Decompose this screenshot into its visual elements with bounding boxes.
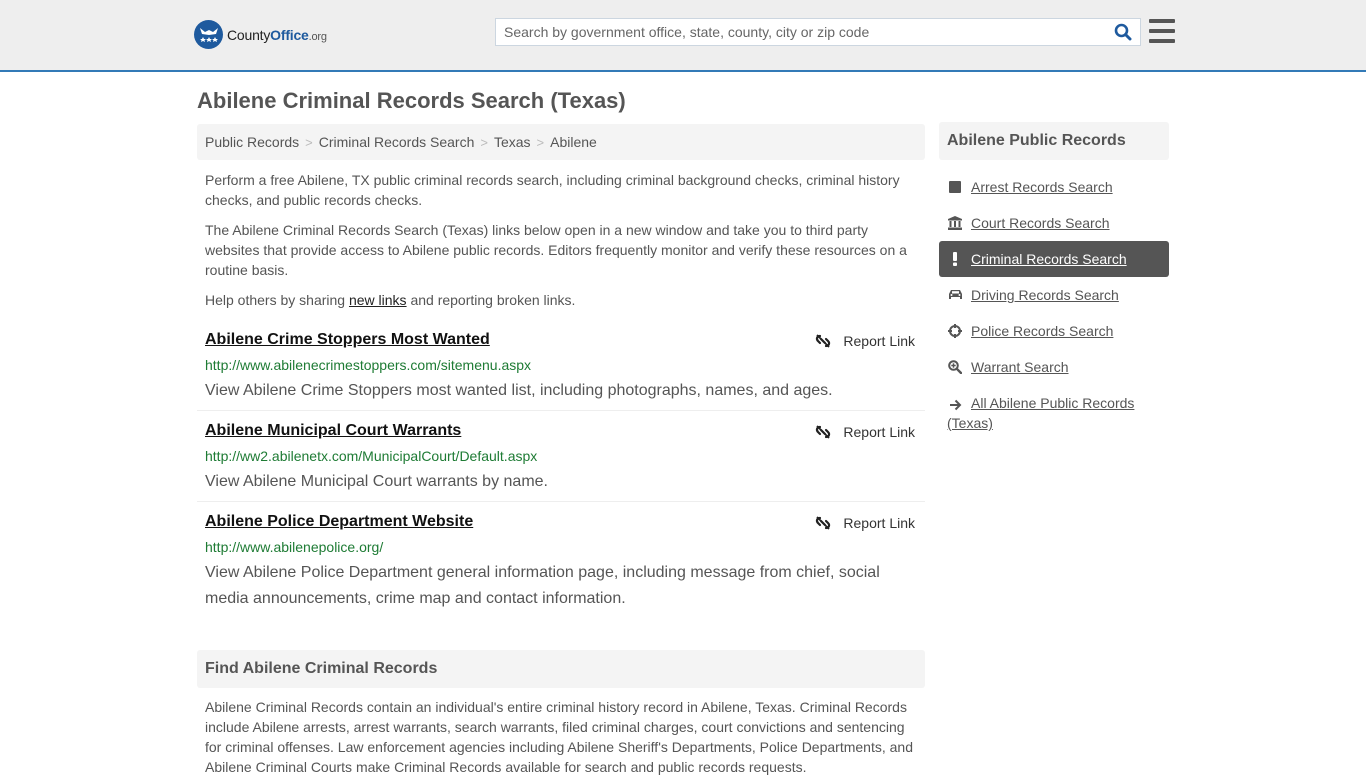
sidebar-item-police-records[interactable]: Police Records Search [939,313,1169,349]
sidebar-item-label: Police Records Search [971,323,1114,339]
courthouse-icon [947,215,963,231]
resource-url: http://ww2.abilenetx.com/MunicipalCourt/… [205,448,538,464]
intro-paragraph: Perform a free Abilene, TX public crimin… [205,172,900,208]
resource-description: View Abilene Crime Stoppers most wanted … [205,382,833,399]
sidebar-item-criminal-records[interactable]: Criminal Records Search [939,241,1169,277]
breadcrumb-separator: > [536,134,545,150]
resource-listing: Abilene Police Department Website Report… [197,513,925,613]
sidebar-item-label: Arrest Records Search [971,179,1113,195]
report-link-button[interactable]: Report Link [815,333,915,349]
disclaimer-paragraph: The Abilene Criminal Records Search (Tex… [205,222,907,278]
broken-link-icon [816,334,831,348]
resource-description: View Abilene Municipal Court warrants by… [205,473,548,490]
logo-county: County [227,26,271,43]
find-records-heading: Find Abilene Criminal Records [197,650,925,688]
breadcrumb-abilene[interactable]: Abilene [550,134,597,150]
report-link-button[interactable]: Report Link [815,424,915,440]
share-text-end: and reporting broken links. [406,292,576,308]
broken-link-icon [816,516,831,530]
sidebar-item-label: Driving Records Search [971,287,1119,303]
eagle-stars-icon [194,20,223,49]
search-bar [495,18,1141,46]
sidebar-item-label: Court Records Search [971,215,1110,231]
breadcrumb-separator: > [305,134,313,150]
report-link-button[interactable]: Report Link [815,515,915,531]
find-records-body: Abilene Criminal Records contain an indi… [205,699,913,775]
site-header: CountyOffice.org [0,0,1366,72]
report-link-label: Report Link [843,515,915,531]
square-icon [947,179,963,195]
sidebar-item-label: All Abilene Public Records (Texas) [947,395,1135,431]
sidebar-heading: Abilene Public Records [939,122,1169,160]
new-links-link[interactable]: new links [349,292,407,308]
logo-org: .org [308,30,327,43]
sidebar-item-driving-records[interactable]: Driving Records Search [939,277,1169,313]
logo-office: Office [270,26,309,43]
search-icon [1114,23,1132,41]
share-text: Help others by sharing [205,292,349,308]
sidebar-item-warrant-search[interactable]: Warrant Search [939,349,1169,385]
search-button[interactable] [1106,19,1140,45]
breadcrumb-criminal-records-search[interactable]: Criminal Records Search [319,134,475,150]
menu-bar [1149,29,1175,33]
page-title: Abilene Criminal Records Search (Texas) [197,88,626,113]
share-links-paragraph: Help others by sharing new links and rep… [205,290,920,310]
sidebar-item-arrest-records[interactable]: Arrest Records Search [939,169,1169,205]
sidebar-item-label: Criminal Records Search [971,251,1127,267]
site-logo[interactable]: CountyOffice.org [194,20,327,49]
resource-title-link[interactable]: Abilene Municipal Court Warrants [205,422,461,440]
menu-bar [1149,19,1175,23]
arrow-right-icon [947,397,963,413]
resource-description: View Abilene Police Department general i… [205,564,880,607]
exclamation-icon [947,251,963,267]
breadcrumb-public-records[interactable]: Public Records [205,134,299,150]
resource-url: http://www.abilenecrimestoppers.com/site… [205,357,532,373]
breadcrumb: Public Records > Criminal Records Search… [197,124,925,160]
resource-listing: Abilene Municipal Court Warrants Report … [197,422,925,502]
report-link-label: Report Link [843,333,915,349]
breadcrumb-texas[interactable]: Texas [494,134,531,150]
resource-title-link[interactable]: Abilene Crime Stoppers Most Wanted [205,331,490,349]
search-plus-icon [947,359,963,375]
resource-title-link[interactable]: Abilene Police Department Website [205,513,473,531]
sidebar-item-court-records[interactable]: Court Records Search [939,205,1169,241]
logo-text: CountyOffice.org [227,27,327,43]
breadcrumb-separator: > [480,134,488,150]
sidebar-item-label: Warrant Search [971,359,1069,375]
resource-url: http://www.abilenepolice.org/ [205,539,384,555]
broken-link-icon [816,425,831,439]
sidebar-item-all-public-records[interactable]: All Abilene Public Records (Texas) [939,389,1169,433]
search-input[interactable] [496,19,1106,45]
menu-bar [1149,39,1175,43]
crosshairs-icon [947,323,963,339]
resource-listing: Abilene Crime Stoppers Most Wanted Repor… [197,331,925,411]
hamburger-menu-icon[interactable] [1149,19,1175,43]
car-icon [947,287,963,303]
report-link-label: Report Link [843,424,915,440]
